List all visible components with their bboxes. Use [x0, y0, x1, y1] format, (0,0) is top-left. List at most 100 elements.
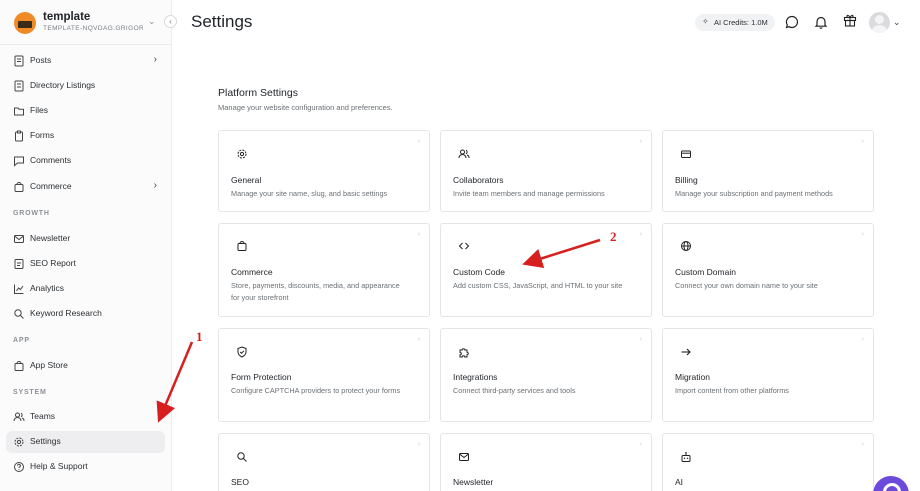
chevron-right-icon: › — [639, 441, 642, 448]
sidebar-item-forms[interactable]: Forms — [6, 125, 165, 147]
sidebar-item-newsletter[interactable]: Newsletter — [6, 228, 165, 250]
posts-icon — [14, 55, 24, 67]
settings-card-newsletter[interactable]: › Newsletter — [440, 433, 652, 491]
puzzle-icon — [459, 348, 469, 358]
workspace-name: template — [43, 11, 91, 23]
bell-icon[interactable] — [814, 15, 828, 29]
ai-credits-badge[interactable]: ✧ AI Credits: 1.0M — [695, 14, 775, 31]
annotation-label-1: 1 — [196, 329, 203, 344]
card-description: Add custom CSS, JavaScript, and HTML to … — [453, 281, 623, 290]
section-label-app: APP — [13, 337, 30, 344]
sidebar-item-label: Teams — [30, 411, 56, 421]
settings-card-collaborators[interactable]: › Collaborators Invite team members and … — [440, 130, 652, 212]
sidebar-item-comments[interactable]: Comments — [6, 150, 165, 172]
sidebar-item-label: Directory Listings — [30, 80, 96, 90]
card-description: Connect your own domain name to your sit… — [675, 281, 818, 290]
card-title: Form Protection — [231, 372, 292, 382]
search-icon — [14, 309, 24, 319]
sidebar-item-seo-report[interactable]: SEO Report — [6, 253, 165, 275]
search-icon — [237, 452, 247, 462]
gear-icon — [14, 437, 24, 447]
arrow-right-icon — [681, 348, 691, 356]
card-title: Custom Code — [453, 267, 505, 277]
sidebar-item-label: Files — [30, 105, 48, 115]
sidebar-item-label: Comments — [30, 155, 72, 165]
comment-icon — [14, 156, 24, 167]
annotation-label-2: 2 — [610, 229, 617, 244]
sidebar-item-label: Settings — [30, 436, 61, 446]
collapse-sidebar-button[interactable]: ‹ — [164, 15, 177, 28]
sidebar-item-settings[interactable]: Settings — [6, 431, 165, 453]
card-title: Newsletter — [453, 477, 494, 487]
directory-icon — [14, 80, 24, 92]
chevron-right-icon: › — [861, 231, 864, 238]
chevron-right-icon: › — [417, 441, 420, 448]
card-title: Billing — [675, 175, 698, 185]
settings-card-ai[interactable]: › AI — [662, 433, 874, 491]
card-description: Manage your site name, slug, and basic s… — [231, 189, 388, 198]
settings-card-custom-domain[interactable]: › Custom Domain Connect your own domain … — [662, 223, 874, 317]
sidebar-item-label: SEO Report — [30, 258, 76, 268]
chevron-right-icon: › — [639, 138, 642, 145]
settings-card-seo[interactable]: › SEO — [218, 433, 430, 491]
gear-icon — [237, 149, 247, 159]
card-description: Invite team members and manage permissio… — [453, 189, 605, 198]
chevron-down-icon[interactable]: ⌄ — [893, 17, 901, 28]
workspace-switcher[interactable]: template TEMPLATE-NQVDAG.GRIGOR... ⌄ — [14, 10, 164, 36]
chevron-right-icon: › — [417, 336, 420, 343]
apps-icon — [14, 361, 24, 371]
chat-support-button[interactable] — [873, 476, 909, 491]
chevron-right-icon: › — [861, 138, 864, 145]
settings-card-migration[interactable]: › Migration Import content from other pl… — [662, 328, 874, 422]
card-title: Migration — [675, 372, 710, 382]
chevron-right-icon: › — [417, 138, 420, 145]
card-title: SEO — [231, 477, 249, 487]
sidebar-item-posts[interactable]: Posts › — [6, 50, 165, 72]
sidebar-item-label: Commerce — [30, 181, 72, 191]
sidebar-item-label: Newsletter — [30, 233, 71, 243]
page-title: Settings — [191, 12, 253, 31]
code-icon — [458, 242, 470, 250]
section-label-system: SYSTEM — [13, 389, 47, 396]
section-label-growth: GROWTH — [13, 210, 50, 217]
gift-icon[interactable] — [843, 13, 857, 27]
sidebar-item-keyword-research[interactable]: Keyword Research — [6, 303, 165, 325]
settings-card-custom-code[interactable]: › Custom Code Add custom CSS, JavaScript… — [440, 223, 652, 317]
help-icon — [14, 462, 24, 472]
sidebar-item-teams[interactable]: Teams — [6, 406, 165, 428]
settings-card-commerce[interactable]: › Commerce Store, payments, discounts, m… — [218, 223, 430, 317]
mail-icon — [14, 235, 24, 243]
sidebar-item-label: Keyword Research — [30, 308, 102, 318]
sidebar-item-analytics[interactable]: Analytics — [6, 278, 165, 300]
sidebar-item-label: Forms — [30, 130, 55, 140]
clipboard-icon — [15, 130, 23, 142]
chevron-right-icon: › — [639, 231, 642, 238]
card-title: Custom Domain — [675, 267, 736, 277]
card-description: Manage your subscription and payment met… — [675, 189, 833, 198]
avatar[interactable] — [869, 12, 890, 33]
settings-card-general[interactable]: › General Manage your site name, slug, a… — [218, 130, 430, 212]
chevron-right-icon: › — [153, 180, 157, 191]
sidebar-item-directory-listings[interactable]: Directory Listings — [6, 75, 165, 97]
settings-card-billing[interactable]: › Billing Manage your subscription and p… — [662, 130, 874, 212]
chevron-right-icon: › — [861, 336, 864, 343]
sidebar-item-label: Help & Support — [30, 461, 88, 471]
chart-icon — [14, 284, 24, 294]
sidebar-item-files[interactable]: Files — [6, 100, 165, 122]
sidebar-item-help-support[interactable]: Help & Support — [6, 456, 165, 478]
sidebar-item-app-store[interactable]: App Store — [6, 355, 165, 377]
bag-icon — [14, 182, 24, 192]
card-description: Import content from other platforms — [675, 386, 789, 395]
sidebar-item-commerce[interactable]: Commerce › — [6, 176, 165, 198]
workspace-logo — [14, 12, 36, 34]
settings-card-form-protection[interactable]: › Form Protection Configure CAPTCHA prov… — [218, 328, 430, 422]
chat-icon[interactable] — [785, 15, 799, 29]
card-title: AI — [675, 477, 684, 487]
settings-card-integrations[interactable]: › Integrations Connect third-party servi… — [440, 328, 652, 422]
shield-icon — [237, 346, 247, 358]
card-description: Connect third-party services and tools — [453, 386, 576, 395]
sidebar-item-label: Analytics — [30, 283, 65, 293]
users-icon — [13, 412, 25, 422]
chevron-updown-icon: ⌄ — [148, 16, 156, 26]
card-title: General — [231, 175, 262, 185]
